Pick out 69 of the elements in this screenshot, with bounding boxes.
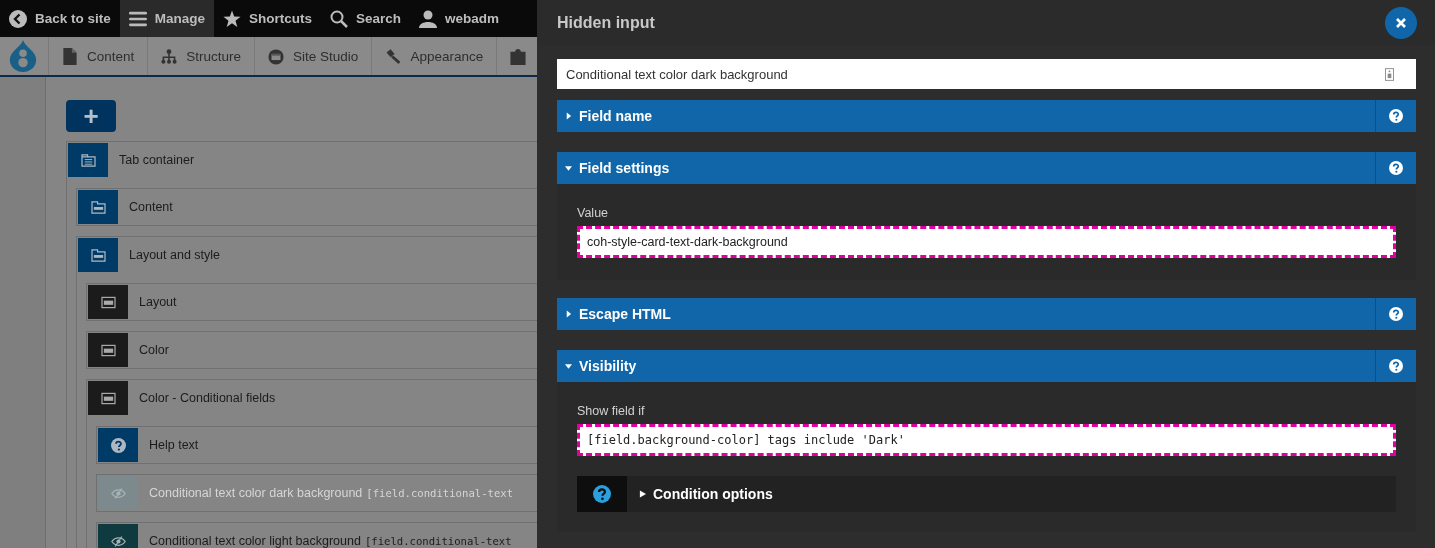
section-icon (100, 295, 116, 309)
puzzle-icon (510, 47, 527, 65)
element-token: [field.conditional-text (364, 535, 512, 547)
element-label: Layout (139, 295, 177, 309)
element-label: Tab container (119, 153, 195, 167)
section-icon (100, 391, 116, 405)
folder-icon (90, 248, 106, 262)
help-icon (1389, 161, 1403, 175)
builder-element[interactable]: Color (86, 331, 537, 369)
caret-icon (565, 310, 572, 318)
tag-icon (1385, 67, 1394, 81)
menu-link[interactable]: Content (49, 37, 149, 75)
element-label: Conditional text color light background (149, 534, 361, 548)
menu-link[interactable]: Appearance (372, 37, 498, 75)
document-icon (62, 47, 78, 65)
help-icon (110, 437, 126, 453)
drop-logo-icon (8, 40, 38, 72)
add-button[interactable]: + (66, 100, 116, 132)
tabs-icon (80, 153, 96, 167)
toolbar-tab[interactable]: Search (321, 0, 411, 37)
menu-link[interactable]: Structure (148, 37, 256, 75)
element-token: [field.conditional-text (366, 487, 514, 499)
back-icon (9, 9, 27, 28)
builder-element[interactable]: Layout (86, 283, 537, 321)
toolbar-tab[interactable]: Back to site (0, 0, 120, 37)
brush-icon (385, 47, 402, 65)
section-header[interactable]: Field settings (557, 152, 1416, 184)
section-header[interactable]: Visibility (557, 350, 1416, 382)
search-icon (330, 9, 349, 28)
builder-element[interactable]: Help text (96, 426, 537, 464)
close-button[interactable] (1385, 6, 1417, 39)
toolbar-tab[interactable]: webadm (410, 0, 509, 37)
caret-icon (565, 112, 572, 120)
field-label: Value (577, 206, 610, 220)
caret-icon (565, 164, 572, 172)
help-icon (1389, 359, 1403, 373)
dialog-title: Hidden input (557, 13, 655, 32)
help-icon (1389, 307, 1403, 321)
studio-icon (268, 47, 285, 65)
hidden-eye-icon (110, 486, 126, 500)
section-header[interactable]: Escape HTML (557, 298, 1416, 330)
element-label: Help text (149, 438, 199, 452)
field-label: Show field if (577, 404, 646, 418)
menu-link[interactable]: Site Studio (255, 37, 373, 75)
hidden-eye-icon (110, 534, 126, 548)
condition-options-toggle[interactable]: Condition options (627, 476, 773, 512)
user-icon (419, 9, 438, 28)
builder-element[interactable]: Content (76, 188, 537, 226)
caret-icon (565, 362, 572, 370)
help-icon (1389, 109, 1403, 123)
element-label: Color - Conditional fields (139, 391, 276, 405)
element-label: Color (139, 343, 169, 357)
element-label: Layout and style (129, 248, 221, 262)
star-icon (223, 9, 242, 28)
text-field[interactable]: [field.background-color] tags include 'Dark' (577, 424, 1396, 456)
toolbar-tab[interactable]: Manage (119, 0, 215, 37)
toolbar-tab[interactable]: Shortcuts (214, 0, 322, 37)
close-icon (1395, 16, 1407, 29)
label-input-field[interactable]: Conditional text color dark background (557, 59, 1416, 89)
folder-icon (90, 200, 106, 214)
menu-icon (128, 9, 147, 28)
caret-icon (639, 490, 646, 498)
element-label: Conditional text color dark background (149, 486, 363, 500)
element-label: Content (129, 200, 173, 214)
text-field[interactable]: coh-style-card-text-dark-background (577, 226, 1396, 258)
sitemap-icon (161, 47, 178, 65)
section-header[interactable]: Field name (557, 100, 1416, 132)
section-icon (100, 343, 116, 357)
help-icon (593, 485, 611, 503)
